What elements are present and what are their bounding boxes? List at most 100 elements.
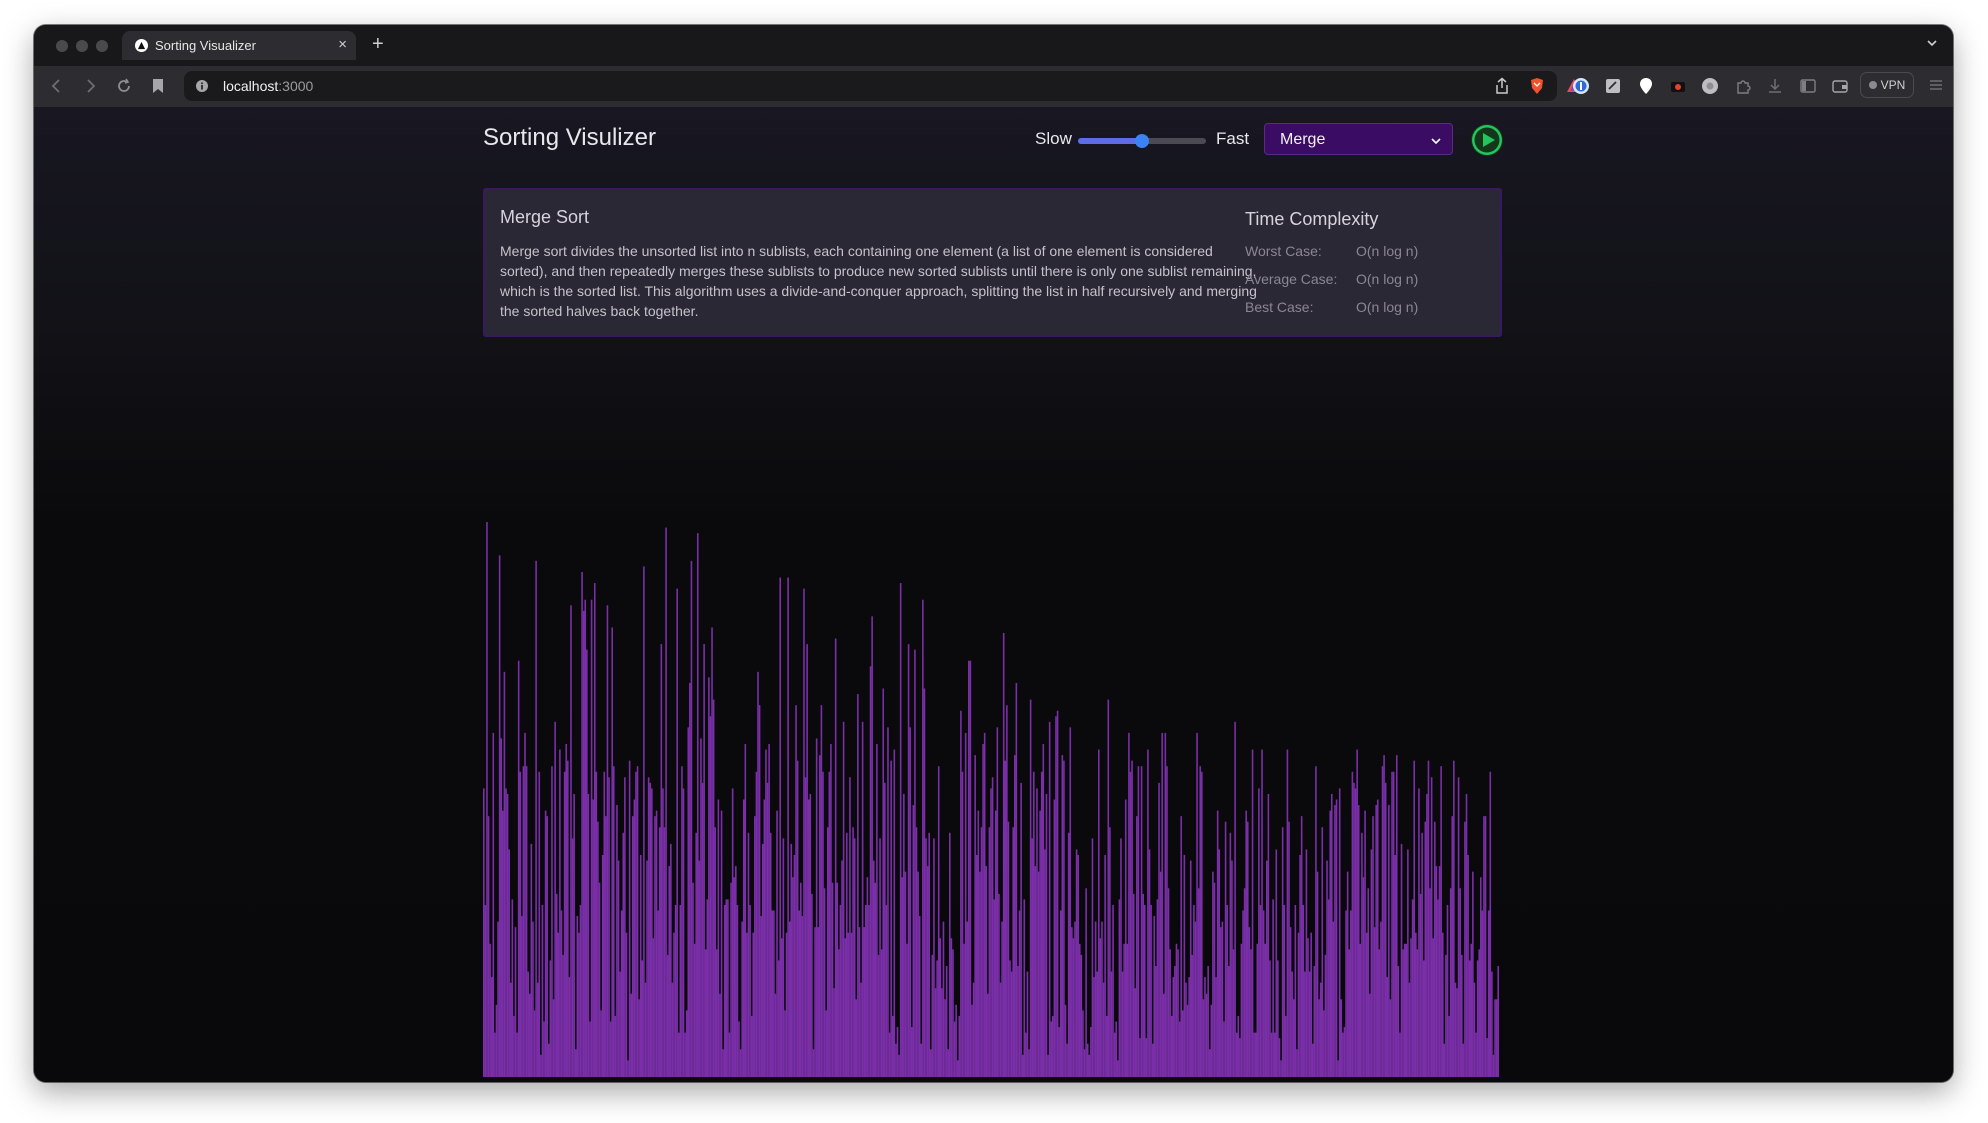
sort-bar xyxy=(1346,871,1349,1077)
sort-bar xyxy=(1145,1038,1148,1077)
sort-bar xyxy=(1468,960,1471,1077)
sort-bar xyxy=(895,1043,897,1077)
location-extension-icon[interactable] xyxy=(1637,77,1655,100)
sort-bar xyxy=(1491,971,1493,1077)
forward-icon[interactable] xyxy=(81,77,99,100)
sort-bar xyxy=(525,766,528,1077)
sort-bar xyxy=(785,932,788,1077)
sort-bar xyxy=(937,766,940,1077)
sort-bar xyxy=(1232,949,1235,1077)
downloads-icon[interactable] xyxy=(1766,77,1784,100)
sort-bar xyxy=(1153,916,1156,1077)
sort-bar xyxy=(1234,721,1236,1077)
sort-bar xyxy=(1223,1021,1225,1077)
sort-bar xyxy=(635,771,637,1077)
new-tab-button[interactable]: + xyxy=(372,33,384,56)
sort-bar xyxy=(842,721,845,1077)
sort-bar xyxy=(1021,1054,1024,1077)
sort-bar xyxy=(511,899,514,1077)
sort-bar xyxy=(1097,749,1100,1077)
password-manager-icon[interactable] xyxy=(1572,77,1590,100)
sort-bar xyxy=(996,727,999,1077)
sort-bar xyxy=(1258,788,1260,1077)
sort-bar xyxy=(1448,1015,1450,1077)
sort-bar xyxy=(1239,1038,1241,1077)
sort-bar xyxy=(1489,771,1492,1077)
sort-bar xyxy=(505,788,507,1077)
speed-slider-thumb[interactable] xyxy=(1135,134,1149,148)
address-bar[interactable]: localhost:3000 xyxy=(184,71,1581,101)
tab-list-chevron-icon[interactable] xyxy=(1925,36,1939,55)
sort-bar xyxy=(941,988,943,1077)
sort-bar xyxy=(571,838,574,1077)
app-page: Sorting Visulizer Slow Fast Merge Merge … xyxy=(34,107,1953,1082)
menu-icon[interactable] xyxy=(1928,77,1944,98)
sort-bar xyxy=(636,766,639,1077)
sort-bar xyxy=(517,660,520,1077)
sort-bar xyxy=(1134,988,1137,1077)
sort-bar xyxy=(807,799,810,1077)
sort-bar xyxy=(888,1032,891,1077)
camera-extension-icon[interactable] xyxy=(1669,77,1687,100)
sort-bar xyxy=(1384,782,1387,1077)
back-icon[interactable] xyxy=(48,77,66,100)
zoom-window-button[interactable] xyxy=(96,40,108,52)
sort-bar xyxy=(584,599,587,1077)
sort-bar xyxy=(931,954,934,1077)
wallet-icon[interactable] xyxy=(1831,77,1849,100)
sort-bar xyxy=(977,810,980,1077)
sort-bar xyxy=(868,904,870,1077)
sort-bar xyxy=(942,921,945,1077)
extensions-puzzle-icon[interactable] xyxy=(1734,77,1752,100)
sort-bar xyxy=(497,921,499,1077)
minimize-window-button[interactable] xyxy=(76,40,88,52)
sort-bar xyxy=(1269,960,1271,1077)
sort-bar xyxy=(754,816,756,1077)
sort-bar xyxy=(968,660,970,1077)
sort-bar xyxy=(593,583,596,1077)
sort-bar xyxy=(532,921,534,1077)
sort-bar xyxy=(1117,1060,1119,1077)
page-title: Sorting Visulizer xyxy=(483,124,656,151)
reload-icon[interactable] xyxy=(115,77,133,100)
sort-bar xyxy=(773,910,775,1077)
algorithm-select[interactable]: Merge xyxy=(1264,123,1453,155)
sidebar-icon[interactable] xyxy=(1799,77,1817,100)
vpn-button[interactable]: VPN xyxy=(1860,72,1914,98)
sort-bar xyxy=(633,799,636,1077)
browser-tab[interactable]: Sorting Visualizer × xyxy=(122,31,356,60)
sort-bar xyxy=(1161,732,1163,1077)
sort-bar xyxy=(1064,1004,1067,1077)
close-window-button[interactable] xyxy=(56,40,68,52)
sort-bar xyxy=(1069,727,1072,1077)
sort-bar xyxy=(570,605,572,1077)
sort-bar xyxy=(704,949,707,1077)
sort-bar xyxy=(961,771,964,1077)
play-button[interactable] xyxy=(1471,124,1503,156)
sort-bar xyxy=(801,916,804,1077)
sort-bar xyxy=(1289,927,1292,1077)
sort-bar xyxy=(1388,805,1390,1077)
bookmark-icon[interactable] xyxy=(150,77,166,100)
sort-bar xyxy=(825,1010,827,1077)
notes-extension-icon[interactable] xyxy=(1604,77,1622,100)
sort-bar xyxy=(519,771,522,1077)
time-complexity-title: Time Complexity xyxy=(1245,209,1379,229)
brave-shields-icon[interactable] xyxy=(1529,77,1545,100)
sort-bar xyxy=(1443,1043,1446,1077)
speed-slider[interactable] xyxy=(1078,134,1206,148)
tab-close-icon[interactable]: × xyxy=(338,36,347,53)
sort-bar xyxy=(1449,888,1452,1077)
share-icon[interactable] xyxy=(1494,77,1510,100)
sort-bar xyxy=(541,904,544,1077)
sort-bar xyxy=(1330,793,1333,1077)
profile-extension-icon[interactable] xyxy=(1701,77,1719,100)
site-info-icon[interactable] xyxy=(195,79,209,98)
sort-bar xyxy=(936,960,938,1077)
sort-bar xyxy=(761,843,764,1077)
speed-fast-label: Fast xyxy=(1216,129,1250,148)
sort-bar xyxy=(540,1054,542,1077)
sort-bar xyxy=(1128,732,1130,1077)
algorithm-select-value: Merge xyxy=(1280,131,1326,148)
sort-bar xyxy=(551,766,553,1077)
